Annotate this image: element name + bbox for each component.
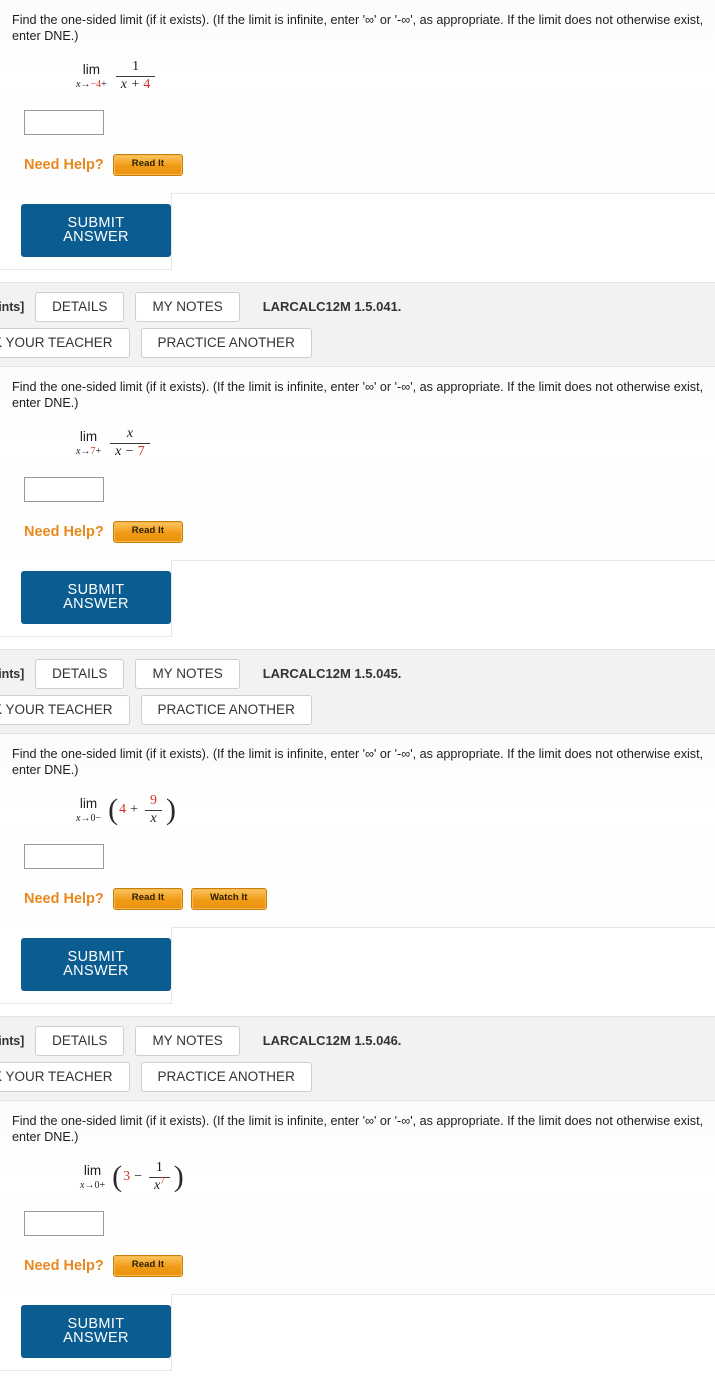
need-help-row-4: Need Help? Read It	[0, 1236, 715, 1293]
submit-card-3: SUBMIT ANSWER	[0, 926, 172, 1004]
left-paren: (	[108, 793, 119, 827]
points-label: [–/1 Points]	[0, 299, 25, 314]
question-block-4: [–/1 Points] DETAILS MY NOTES LARCALC12M…	[0, 1015, 715, 1383]
need-help-label: Need Help?	[24, 523, 104, 540]
question-body-3: Find the one-sided limit (if it exists).…	[0, 734, 715, 927]
read-it-button[interactable]: Read It	[112, 888, 184, 910]
read-it-button[interactable]: Read It	[112, 521, 184, 543]
header-row-primary-4: [–/1 Points] DETAILS MY NOTES LARCALC12M…	[0, 1025, 715, 1056]
my-notes-button[interactable]: MY NOTES	[135, 291, 240, 322]
details-button[interactable]: DETAILS	[35, 658, 125, 689]
read-it-button[interactable]: Read It	[112, 1255, 184, 1277]
operator-4: −	[134, 1169, 142, 1185]
question-block-3: [–/1 Points] DETAILS MY NOTES LARCALC12M…	[0, 648, 715, 1016]
exercise-id-label: LARCALC12M 1.5.041.	[262, 299, 402, 315]
header-row-secondary-2: ASK YOUR TEACHER PRACTICE ANOTHER	[0, 327, 715, 358]
header-row-primary-2: [–/1 Points] DETAILS MY NOTES LARCALC12M…	[0, 291, 715, 322]
practice-another-button[interactable]: PRACTICE ANOTHER	[140, 1061, 312, 1092]
my-notes-button[interactable]: MY NOTES	[135, 1025, 240, 1056]
operator-3: +	[130, 802, 138, 818]
limit-operator-4: lim x→0+	[80, 1163, 106, 1191]
header-row-secondary-3: ASK YOUR TEACHER PRACTICE ANOTHER	[0, 694, 715, 725]
fraction-4: 1 x7	[149, 1161, 170, 1193]
question-header-4: [–/1 Points] DETAILS MY NOTES LARCALC12M…	[0, 1015, 715, 1101]
details-button[interactable]: DETAILS	[35, 291, 125, 322]
submit-area-4: SUBMIT ANSWER	[0, 1293, 715, 1383]
submit-answer-button[interactable]: SUBMIT ANSWER	[21, 1304, 171, 1358]
need-help-row-1: Need Help? Read It	[0, 135, 715, 192]
page-scroll-canvas: Find the one-sided limit (if it exists).…	[0, 0, 715, 1383]
watch-it-button[interactable]: Watch It	[191, 888, 267, 910]
lead-term-4: 3	[123, 1169, 131, 1185]
exercise-id-label: LARCALC12M 1.5.046.	[262, 1033, 402, 1049]
details-button[interactable]: DETAILS	[35, 1025, 125, 1056]
math-expression-1: lim x→−4+ 1 x + 4	[0, 60, 715, 104]
submit-card-1: SUBMIT ANSWER	[0, 192, 172, 270]
question-header-3: [–/1 Points] DETAILS MY NOTES LARCALC12M…	[0, 648, 715, 734]
submit-answer-button[interactable]: SUBMIT ANSWER	[21, 570, 171, 624]
question-body-4: Find the one-sided limit (if it exists).…	[0, 1101, 715, 1294]
answer-input-1[interactable]	[24, 110, 104, 136]
question-block-2: [–/1 Points] DETAILS MY NOTES LARCALC12M…	[0, 281, 715, 649]
lead-term-3: 4	[119, 802, 127, 818]
need-help-label: Need Help?	[24, 890, 104, 907]
submit-area-2: SUBMIT ANSWER	[0, 559, 715, 649]
question-prompt-1: Find the one-sided limit (if it exists).…	[12, 13, 704, 44]
right-paren: )	[173, 1160, 184, 1194]
ask-your-teacher-button[interactable]: ASK YOUR TEACHER	[0, 1061, 130, 1092]
left-paren: (	[112, 1160, 123, 1194]
header-row-primary-3: [–/1 Points] DETAILS MY NOTES LARCALC12M…	[0, 658, 715, 689]
limit-operator-1: lim x→−4+	[76, 62, 107, 90]
answer-input-3[interactable]	[24, 844, 104, 870]
question-body-1: Find the one-sided limit (if it exists).…	[0, 0, 715, 193]
right-paren: )	[166, 793, 176, 827]
question-prompt-3: Find the one-sided limit (if it exists).…	[12, 747, 704, 778]
question-body-2: Find the one-sided limit (if it exists).…	[0, 367, 715, 560]
answer-input-4[interactable]	[24, 1211, 104, 1237]
fraction-1: 1 x + 4	[115, 60, 156, 92]
ask-your-teacher-button[interactable]: ASK YOUR TEACHER	[0, 694, 130, 725]
fraction-2: x x − 7	[110, 427, 150, 459]
points-label: [–/1 Points]	[0, 1033, 25, 1048]
practice-another-button[interactable]: PRACTICE ANOTHER	[140, 327, 312, 358]
submit-card-4: SUBMIT ANSWER	[0, 1293, 172, 1371]
math-expression-2: lim x→7+ x x − 7	[0, 427, 715, 471]
my-notes-button[interactable]: MY NOTES	[135, 658, 240, 689]
submit-area-1: SUBMIT ANSWER	[0, 192, 715, 282]
need-help-label: Need Help?	[24, 156, 104, 173]
submit-answer-button[interactable]: SUBMIT ANSWER	[21, 937, 171, 991]
answer-input-2[interactable]	[24, 477, 104, 503]
ask-your-teacher-button[interactable]: ASK YOUR TEACHER	[0, 327, 130, 358]
submit-card-2: SUBMIT ANSWER	[0, 559, 172, 637]
question-block-1: Find the one-sided limit (if it exists).…	[0, 0, 715, 282]
fraction-3: 9 x	[145, 794, 162, 826]
practice-another-button[interactable]: PRACTICE ANOTHER	[140, 694, 312, 725]
question-header-2: [–/1 Points] DETAILS MY NOTES LARCALC12M…	[0, 281, 715, 367]
limit-operator-3: lim x→0−	[76, 796, 102, 824]
points-label: [–/1 Points]	[0, 666, 25, 681]
need-help-row-3: Need Help? Read It Watch It	[0, 869, 715, 926]
submit-area-3: SUBMIT ANSWER	[0, 926, 715, 1016]
need-help-row-2: Need Help? Read It	[0, 502, 715, 559]
question-prompt-4: Find the one-sided limit (if it exists).…	[12, 1114, 704, 1145]
need-help-label: Need Help?	[24, 1257, 104, 1274]
submit-answer-button[interactable]: SUBMIT ANSWER	[21, 203, 171, 257]
read-it-button[interactable]: Read It	[112, 154, 184, 176]
limit-operator-2: lim x→7+	[76, 429, 102, 457]
math-expression-3: lim x→0− ( 4 + 9 x )	[0, 794, 715, 838]
exercise-id-label: LARCALC12M 1.5.045.	[262, 666, 402, 682]
header-row-secondary-4: ASK YOUR TEACHER PRACTICE ANOTHER	[0, 1061, 715, 1092]
math-expression-4: lim x→0+ ( 3 − 1 x7 )	[0, 1161, 715, 1205]
question-prompt-2: Find the one-sided limit (if it exists).…	[12, 380, 704, 411]
